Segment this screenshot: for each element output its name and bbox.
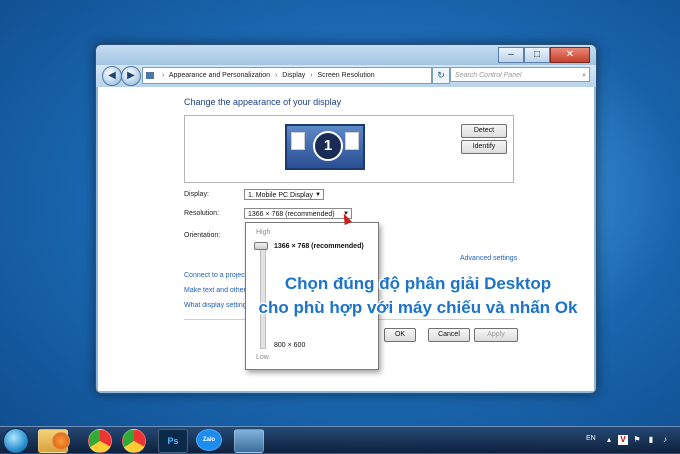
display-label: Display: (184, 191, 209, 198)
overlay-line-2: cho phù hợp với máy chiếu và nhấn Ok (258, 298, 578, 317)
breadcrumb-separator: › (275, 72, 278, 79)
search-placeholder: Search Control Panel (455, 72, 522, 79)
advanced-settings-link[interactable]: Advanced settings (460, 255, 517, 262)
resolution-option-recommended[interactable]: 1366 × 768 (recommended) (274, 243, 364, 250)
display-value: 1. Mobile PC Display (248, 192, 313, 199)
start-button[interactable] (3, 428, 29, 454)
forward-button[interactable]: ▶ (121, 66, 141, 86)
breadcrumb-appearance[interactable]: Appearance and Personalization (169, 72, 270, 79)
search-icon[interactable]: ⌕ (582, 68, 586, 83)
maximize-button[interactable]: □ (524, 47, 550, 63)
volume-icon[interactable]: ♪ (660, 435, 670, 445)
monitor-preview-area: 1 Detect Identify (184, 115, 514, 183)
address-row: ◀ ▶ › Appearance and Personalization › D… (96, 65, 596, 87)
orientation-label: Orientation: (184, 232, 221, 239)
ok-button[interactable]: OK (384, 328, 416, 342)
taskbar: Ps Zalo EN ▴ V ⚑ ▮ ♪ (0, 426, 680, 454)
chrome-icon[interactable] (122, 429, 146, 453)
back-button[interactable]: ◀ (102, 66, 122, 86)
display-dropdown[interactable]: 1. Mobile PC Display ▼ (244, 189, 324, 200)
cancel-button[interactable]: Cancel (428, 328, 470, 342)
breadcrumb-screen-resolution[interactable]: Screen Resolution (318, 72, 375, 79)
detect-button[interactable]: Detect (461, 124, 507, 138)
connect-projector-link[interactable]: Connect to a projector (184, 272, 246, 279)
search-input[interactable]: Search Control Panel ⌕ (450, 67, 590, 82)
resolution-dropdown[interactable]: 1366 × 768 (recommended) ▼ (244, 208, 352, 219)
media-player-icon[interactable] (52, 432, 70, 450)
control-panel-icon[interactable] (234, 429, 264, 453)
resolution-slider-thumb[interactable] (254, 242, 268, 250)
identify-button[interactable]: Identify (461, 140, 507, 154)
breadcrumb-separator: › (161, 72, 165, 79)
overlay-line-1: Chọn đúng độ phân giải Desktop (284, 274, 552, 293)
chevron-down-icon: ▼ (315, 192, 321, 198)
monitor-window-right (345, 132, 359, 150)
control-panel-icon (146, 71, 154, 79)
network-icon[interactable]: ▮ (646, 435, 656, 445)
text-size-link[interactable]: Make text and other items larger or smal… (184, 287, 246, 294)
refresh-icon[interactable]: ↻ (432, 67, 450, 84)
antivirus-icon[interactable]: V (618, 435, 628, 445)
breadcrumb-display[interactable]: Display (282, 72, 305, 79)
photoshop-icon[interactable]: Ps (158, 429, 188, 453)
title-bar[interactable]: – □ ✕ (96, 45, 596, 67)
resolution-value: 1366 × 768 (recommended) (248, 211, 335, 218)
zalo-icon[interactable]: Zalo (196, 429, 222, 451)
monitor-thumbnail[interactable]: 1 (285, 124, 365, 170)
close-button[interactable]: ✕ (550, 47, 590, 63)
chrome-icon[interactable] (88, 429, 112, 453)
high-label: High (256, 229, 271, 236)
tray-arrow-icon[interactable]: ▴ (604, 435, 614, 445)
low-label: Low (256, 354, 269, 361)
apply-button[interactable]: Apply (474, 328, 518, 342)
monitor-number: 1 (313, 131, 343, 161)
address-bar[interactable]: › Appearance and Personalization › Displ… (142, 67, 432, 84)
breadcrumb-separator: › (310, 72, 313, 79)
instruction-overlay: Chọn đúng độ phân giải Desktop cho phù h… (238, 272, 598, 320)
language-indicator[interactable]: EN (586, 435, 596, 442)
caption-buttons: – □ ✕ (498, 47, 590, 63)
monitor-window-left (291, 132, 305, 150)
resolution-option-low[interactable]: 800 × 600 (274, 342, 305, 349)
resolution-label: Resolution: (184, 210, 220, 217)
flag-icon[interactable]: ⚑ (632, 435, 642, 445)
minimize-button[interactable]: – (498, 47, 524, 63)
page-title: Change the appearance of your display (184, 97, 342, 107)
